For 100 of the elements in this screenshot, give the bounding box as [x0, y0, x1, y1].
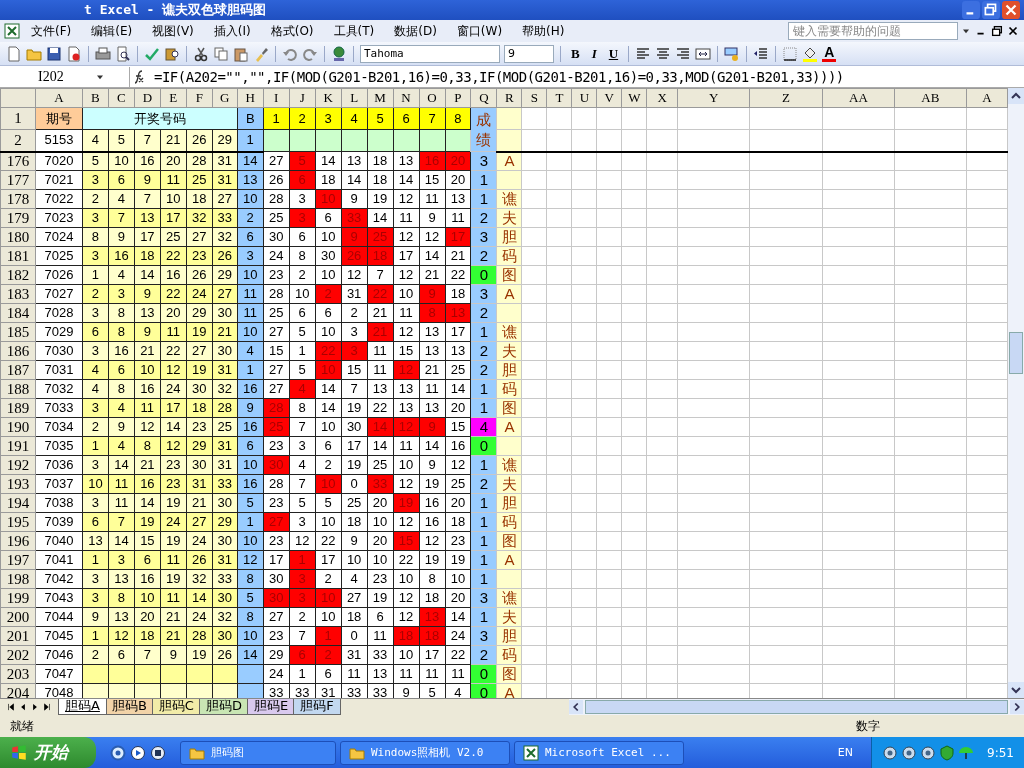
fill-color-icon[interactable] [802, 45, 819, 62]
menu-item[interactable]: 数据(D) [385, 20, 446, 42]
globe-icon[interactable] [331, 45, 347, 62]
menu-item[interactable]: 编辑(E) [82, 20, 142, 42]
column-header[interactable]: A [35, 88, 83, 108]
font-field[interactable]: Tahoma [360, 44, 500, 63]
column-header[interactable]: I [263, 88, 290, 108]
desktop-icon[interactable] [150, 744, 166, 761]
column-header[interactable]: D [134, 88, 161, 108]
column-header[interactable]: B [82, 88, 109, 108]
format-button[interactable]: I [587, 45, 601, 62]
menu-item[interactable]: 窗口(W) [447, 20, 512, 42]
column-header[interactable]: N [393, 88, 420, 108]
sheet-tab[interactable]: 胆码E [246, 699, 296, 715]
cut-icon[interactable] [193, 45, 209, 62]
paste-icon[interactable] [233, 45, 249, 62]
scroll-thumb[interactable] [1009, 332, 1023, 374]
vertical-scrollbar[interactable] [1008, 88, 1024, 698]
column-header[interactable]: E [160, 88, 187, 108]
align-left-icon[interactable] [635, 45, 652, 62]
excel-icon[interactable] [4, 23, 20, 39]
column-header[interactable]: T [546, 88, 572, 108]
empty-cell [621, 360, 647, 380]
sheet-tab[interactable]: 胆码A [58, 699, 107, 715]
book-icon[interactable] [164, 45, 180, 62]
column-header[interactable]: X [646, 88, 678, 108]
restore-icon[interactable] [990, 24, 1004, 38]
font-size-field[interactable]: 9 [504, 44, 554, 63]
sheet-tab[interactable]: 胆码F [293, 699, 341, 715]
formula-text[interactable]: =IF(A202="","",IF(MOD(G201-B201,16)=0,33,IF(MOD(G201-B201,16)=0,33,MOD(G201-B201,33)))) [154, 68, 844, 85]
taskbar-button[interactable]: Microsoft Excel ... [514, 740, 684, 765]
column-header[interactable]: R [496, 88, 522, 108]
column-header[interactable]: K [315, 88, 342, 108]
close-icon[interactable] [1006, 24, 1020, 38]
font-color-button[interactable]: A [822, 45, 837, 62]
scroll-right-icon[interactable] [1010, 700, 1024, 714]
menu-item[interactable]: 帮助(H) [513, 20, 574, 42]
print-icon[interactable] [95, 45, 111, 62]
menu-item[interactable]: 格式(O) [261, 20, 323, 42]
tray-icon[interactable] [920, 744, 937, 761]
scroll-down-icon[interactable] [1008, 682, 1024, 698]
row-header[interactable]: 1 [0, 107, 36, 130]
column-header[interactable]: Y [677, 88, 750, 108]
column-header[interactable]: V [596, 88, 622, 108]
tray-icon[interactable] [882, 744, 899, 761]
save-icon[interactable] [46, 45, 62, 62]
column-header[interactable]: U [571, 88, 597, 108]
column-header[interactable]: C [108, 88, 135, 108]
new-file-icon[interactable] [6, 45, 22, 62]
column-header[interactable]: W [621, 88, 647, 108]
taskbar-button[interactable]: Windows照相机 V2.0 [340, 740, 510, 765]
align-right-icon[interactable] [675, 45, 692, 62]
column-header[interactable]: O [419, 88, 445, 108]
column-header[interactable]: L [341, 88, 368, 108]
empty-cell [621, 512, 647, 532]
menu-item[interactable]: 工具(T) [324, 20, 384, 42]
sheet-tab[interactable]: 胆码D [198, 699, 249, 715]
scroll-up-icon[interactable] [1008, 88, 1024, 104]
menu-item[interactable]: 插入(I) [204, 20, 260, 42]
currency-icon[interactable] [724, 45, 741, 62]
scroll-thumb[interactable] [584, 700, 1008, 714]
align-center-icon[interactable] [655, 45, 672, 62]
tray-icon[interactable] [901, 744, 918, 761]
last-sheet-icon[interactable] [42, 702, 52, 712]
empty-cell [646, 129, 678, 152]
format-button[interactable]: B [567, 45, 584, 62]
browser-icon[interactable] [110, 744, 126, 761]
column-header[interactable]: Z [749, 88, 823, 108]
menu-item[interactable]: 视图(V) [143, 20, 203, 42]
column-header[interactable]: P [445, 88, 471, 108]
empty-cell [621, 322, 647, 342]
language-indicator[interactable]: EN [837, 746, 854, 759]
column-header[interactable]: Q [470, 88, 497, 108]
scroll-left-icon[interactable] [568, 700, 583, 714]
column-header[interactable]: F [186, 88, 213, 108]
umbrella-icon[interactable] [958, 744, 975, 761]
borders-icon[interactable] [782, 45, 799, 62]
help-search-field[interactable]: 键入需要帮助的问题 [788, 22, 958, 40]
row-header[interactable]: 2 [0, 129, 36, 152]
column-header[interactable]: AA [822, 88, 895, 108]
taskbar-button[interactable]: 胆码图 [180, 740, 336, 765]
name-box[interactable]: I202 [0, 66, 130, 87]
column-header[interactable]: M [367, 88, 394, 108]
column-header[interactable]: A [966, 88, 1008, 108]
format-button[interactable]: U [604, 45, 623, 62]
horizontal-scrollbar[interactable] [568, 699, 1024, 715]
sheet-tab[interactable]: 胆码C [151, 699, 201, 715]
merge-cells-icon[interactable] [695, 45, 712, 62]
indent-icon[interactable] [753, 45, 770, 62]
media-player-icon[interactable] [130, 744, 146, 761]
print-preview-icon[interactable] [115, 45, 131, 62]
column-header[interactable]: S [521, 88, 547, 108]
column-header[interactable]: J [289, 88, 316, 108]
menu-item[interactable]: 文件(F) [22, 20, 81, 42]
permission-icon[interactable] [66, 45, 82, 62]
column-header[interactable]: H [237, 88, 264, 108]
column-header[interactable]: AB [894, 88, 967, 108]
paintbrush-icon[interactable] [253, 45, 269, 62]
column-header[interactable]: G [212, 88, 238, 108]
first-sheet-icon[interactable] [6, 702, 16, 712]
